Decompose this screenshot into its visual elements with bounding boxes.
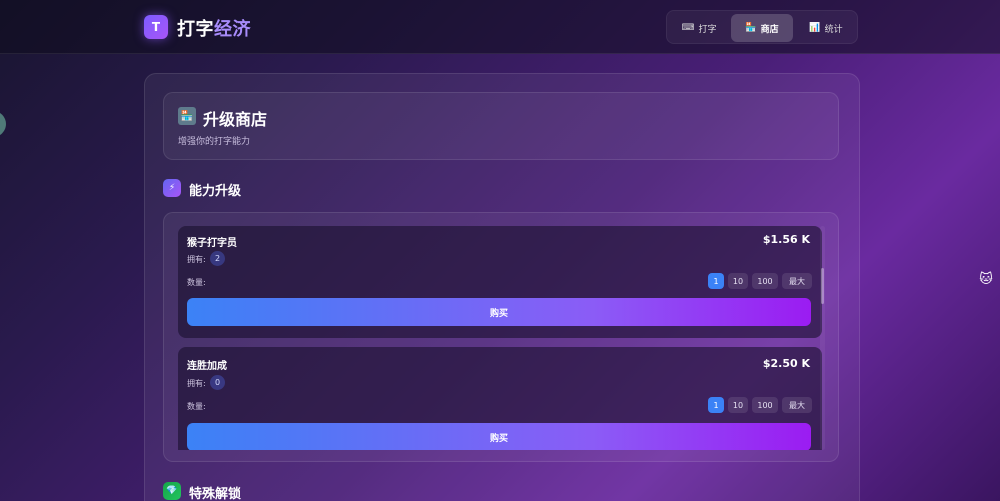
logo-letter: T [151,20,161,34]
main-nav: ⌨ 打字 🏪 商店 📊 统计 [666,10,858,44]
cat-icon[interactable]: 🐱 [978,270,994,288]
owned-count-badge: 0 [210,375,225,390]
nav-tab-label: 打字 [698,24,717,35]
shop-icon: 🏪 [745,23,757,33]
owned-count-badge: 2 [210,251,225,266]
upgrade-item: 连胜加成 $2.50 K 拥有: 0 数量: 1 10 100 最大 购买 [178,347,822,450]
owned-label: 拥有: [187,379,206,388]
side-handle[interactable] [0,111,6,137]
app-title[interactable]: 打字经济 [177,15,251,41]
scrollbar-track[interactable] [820,226,825,450]
section-title-upgrades: 能力升级 [189,184,242,199]
upgrade-price: $1.56 K [762,233,810,246]
keyboard-icon: ⌨ [681,23,695,33]
nav-tab-stats[interactable]: 📊 统计 [797,14,855,42]
page-subtitle: 增强你的打字能力 [178,137,251,147]
upgrade-item: 猴子打字员 $1.56 K 拥有: 2 数量: 1 10 100 最大 购买 [178,226,822,338]
nav-tab-label: 商店 [760,24,779,35]
gem-icon: 💎 [163,482,181,500]
qty-option-1[interactable]: 1 [708,273,724,289]
app-title-main: 打字 [177,19,214,40]
section-title-unlocks: 特殊解锁 [189,487,242,501]
nav-tab-shop[interactable]: 🏪 商店 [731,14,793,42]
upgrade-price: $2.50 K [762,357,810,370]
buy-button[interactable]: 购买 [187,298,811,326]
shop-icon: 🏪 [178,107,196,125]
app-title-accent: 经济 [214,19,251,40]
owned-label: 拥有: [187,255,206,264]
upgrade-name: 连胜加成 [187,361,227,372]
qty-option-10[interactable]: 10 [728,397,748,413]
logo-badge[interactable]: T [144,15,168,39]
nav-tab-label: 统计 [824,24,843,35]
qty-option-100[interactable]: 100 [752,273,778,289]
qty-option-max[interactable]: 最大 [782,397,812,413]
quantity-label: 数量: [187,278,206,287]
upgrades-scroll-area[interactable]: 猴子打字员 $1.56 K 拥有: 2 数量: 1 10 100 最大 购买 连… [178,226,826,450]
qty-option-1[interactable]: 1 [708,397,724,413]
qty-option-max[interactable]: 最大 [782,273,812,289]
chart-icon: 📊 [809,23,821,33]
lightning-icon: ⚡ [163,179,181,197]
qty-option-100[interactable]: 100 [752,397,778,413]
scrollbar-thumb[interactable] [821,268,824,304]
quantity-label: 数量: [187,402,206,411]
upgrade-name: 猴子打字员 [187,238,237,249]
nav-tab-typing[interactable]: ⌨ 打字 [671,14,727,42]
buy-button[interactable]: 购买 [187,423,811,450]
top-header: T 打字经济 ⌨ 打字 🏪 商店 📊 统计 [0,0,1000,54]
qty-option-10[interactable]: 10 [728,273,748,289]
page-title: 升级商店 [203,110,268,129]
